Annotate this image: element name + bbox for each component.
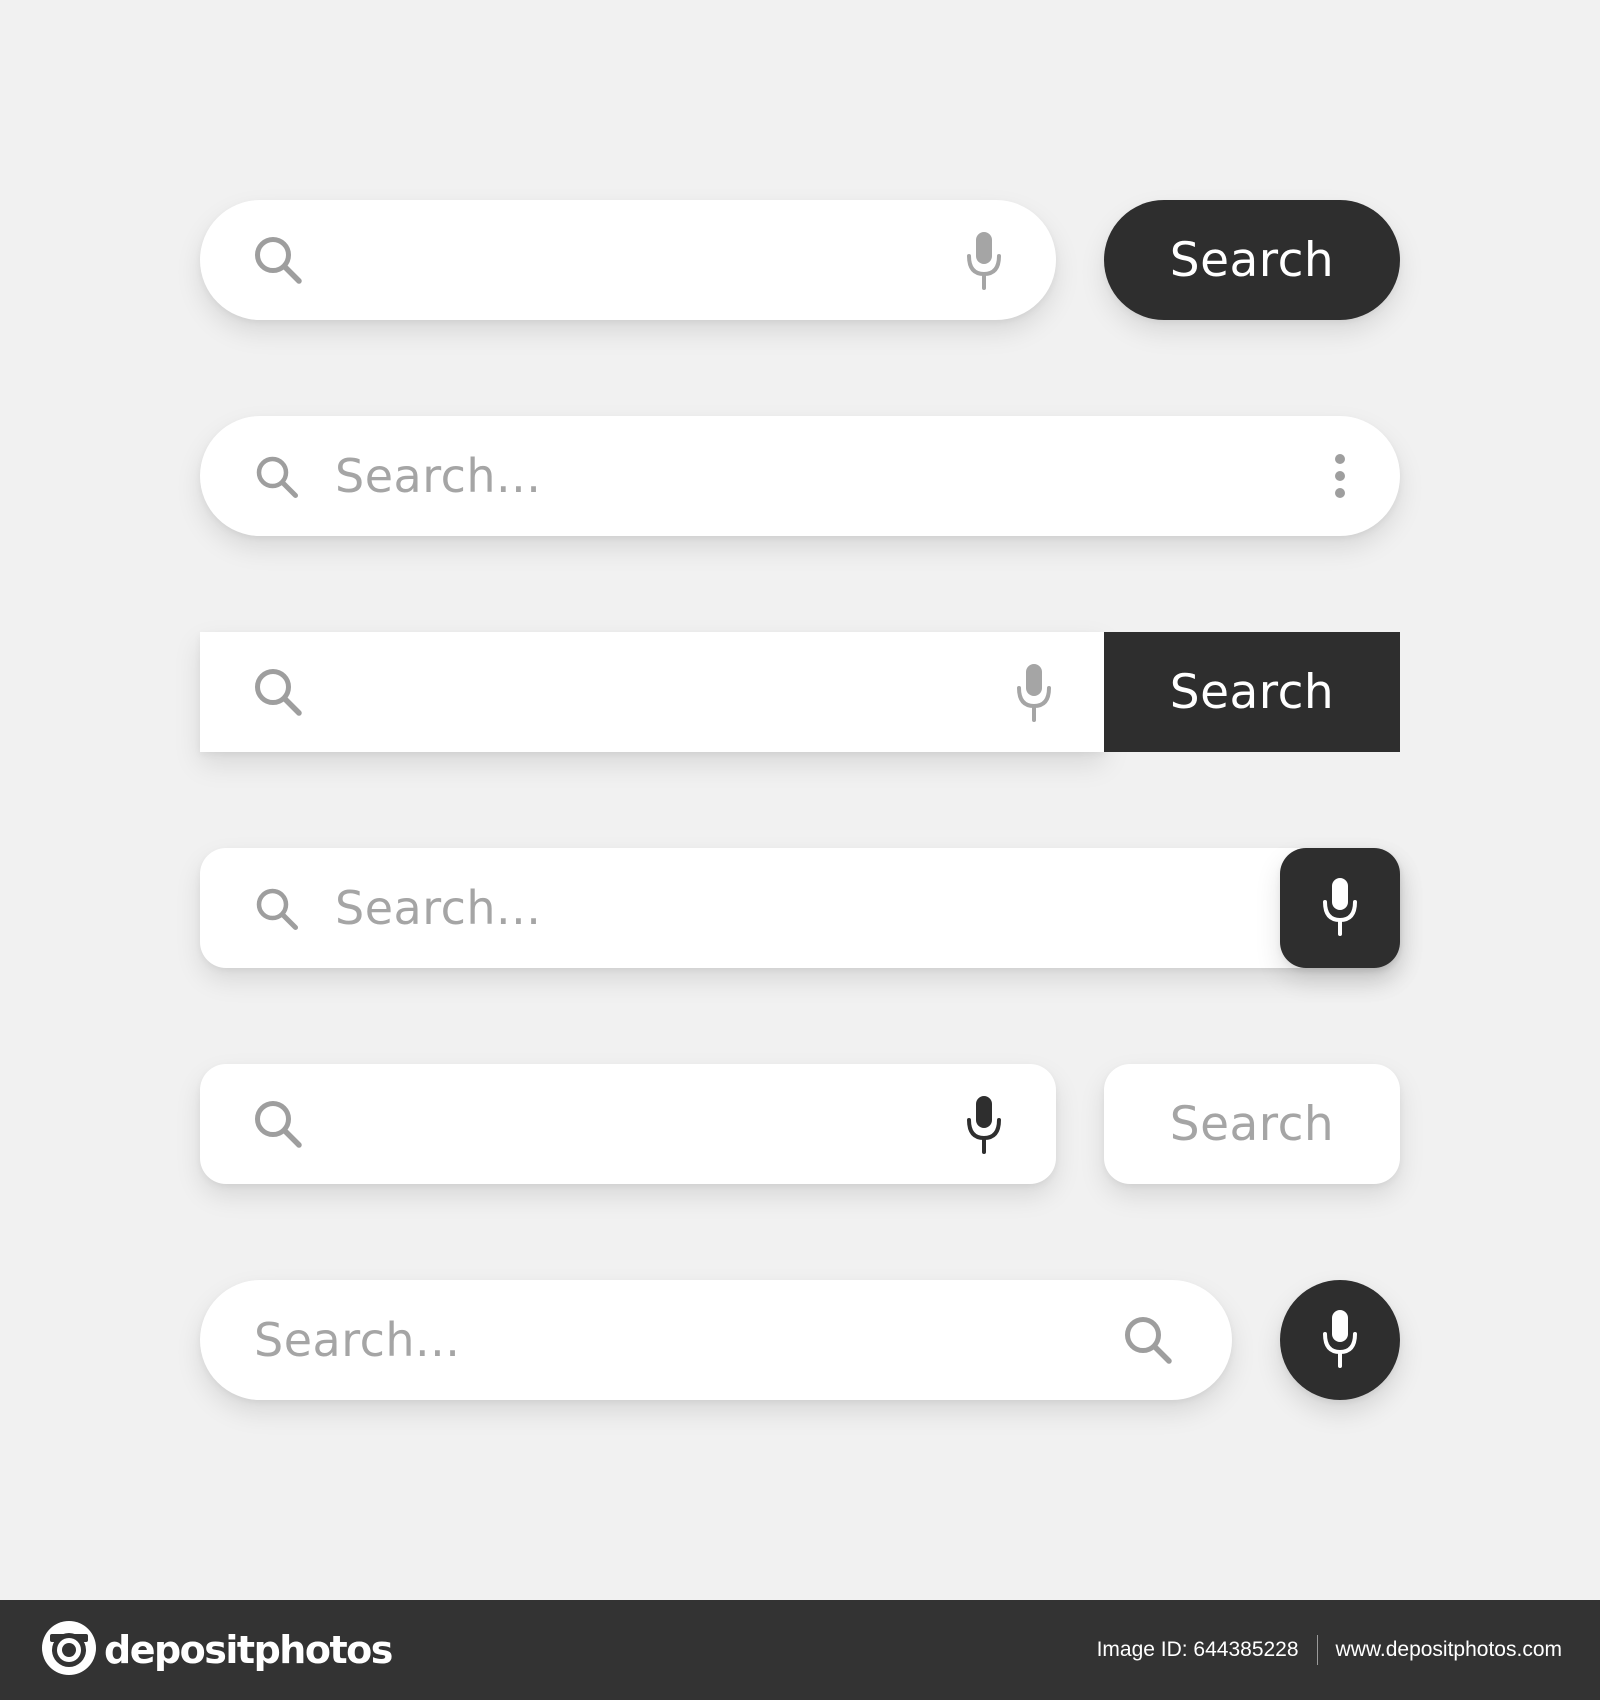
search-input[interactable]: Search... [254,1280,460,1400]
voice-search-button[interactable] [1280,848,1400,968]
search-icon[interactable] [252,1098,304,1150]
image-id: Image ID: 644385228 [1096,1638,1299,1661]
microphone-icon [1320,1308,1360,1373]
camera-logo-icon [40,1619,98,1682]
brand-name: depositphotos [104,1628,393,1672]
search-icon[interactable] [254,886,300,932]
search-input[interactable]: Search... [335,848,541,968]
search-bar-5[interactable] [200,1064,1056,1184]
microphone-icon[interactable] [1014,662,1054,722]
search-bar-4[interactable]: Search... [200,848,1400,968]
microphone-icon[interactable] [964,1094,1004,1154]
search-input[interactable]: Search... [335,416,541,536]
search-bar-3[interactable] [200,632,1104,752]
voice-search-button[interactable] [1280,1280,1400,1400]
website-link[interactable]: www.depositphotos.com [1336,1638,1562,1662]
more-vertical-icon[interactable] [1332,452,1348,500]
footer-info: Image ID: 644385228 www.depositphotos.co… [1097,1600,1562,1700]
microphone-icon[interactable] [964,230,1004,290]
microphone-icon [1320,876,1360,941]
brand-logo: depositphotos [40,1619,393,1682]
search-icon[interactable] [252,666,304,718]
search-icon[interactable] [254,454,300,500]
search-icon[interactable] [1122,1314,1174,1366]
search-button-3[interactable]: Search [1104,632,1400,752]
footer-bar: depositphotos Image ID: 644385228 www.de… [0,1600,1600,1700]
search-bar-6[interactable]: Search... [200,1280,1232,1400]
search-button-1[interactable]: Search [1104,200,1400,320]
search-bar-2[interactable]: Search... [200,416,1400,536]
footer-divider [1316,1635,1318,1665]
search-button-5[interactable]: Search [1104,1064,1400,1184]
search-icon[interactable] [252,234,304,286]
search-bar-1[interactable] [200,200,1056,320]
